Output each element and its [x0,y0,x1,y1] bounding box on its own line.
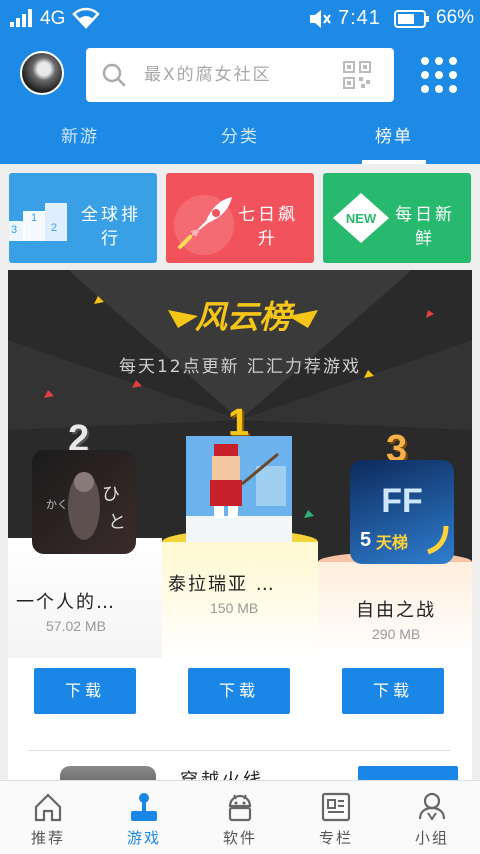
rocket-icon [174,195,234,255]
bottom-navigation: 推荐 游戏 软件 专栏 小组 [0,780,480,854]
wifi-icon [72,7,100,29]
tab-label: 榜单 [375,127,413,147]
nav-software[interactable]: 软件 [192,781,288,854]
column-icon [321,792,351,822]
svg-text:5: 5 [360,529,371,551]
tab-rankings[interactable]: 榜单 [362,122,426,164]
network-type: 4G [40,8,66,29]
nav-recommend[interactable]: 推荐 [0,781,96,854]
download-button-rank-2[interactable]: 下载 [34,668,136,714]
nav-label: 专栏 [318,829,353,847]
game-icon: ひ と かく [32,450,136,554]
nav-games[interactable]: 游戏 [96,781,192,854]
svg-text:ひ: ひ [102,484,120,505]
nav-label: 软件 [222,829,257,847]
tab-categories[interactable]: 分类 [202,122,278,164]
global-ranking-card[interactable]: 1 2 3 全球排行 [9,173,157,263]
game-icon [186,436,292,542]
battery-icon [394,10,429,28]
game-size: 150 MB [210,600,259,616]
status-bar: 4G 7:41 66% [0,0,480,38]
clock: 7:41 [338,7,381,29]
game-icon: FF 5 天梯 [350,460,454,564]
card-label: 全球排行 [81,205,141,249]
card-label: 七日飙升 [238,205,298,249]
svg-text:1: 1 [31,212,37,224]
download-button-rank-1[interactable]: 下载 [188,668,290,714]
category-cards: 1 2 3 全球排行 七日飙升 NEW 每日新鲜 [0,164,480,270]
svg-text:NEW: NEW [346,211,377,226]
nav-group[interactable]: 小组 [384,781,480,854]
tab-label: 分类 [221,127,259,147]
svg-text:3: 3 [11,224,17,236]
signal-icon [10,9,32,27]
nav-label: 小组 [414,829,449,847]
new-badge-icon: NEW [333,193,389,243]
nav-column[interactable]: 专栏 [288,781,384,854]
qr-scan-icon[interactable] [342,60,372,90]
game-size: 290 MB [372,626,421,642]
group-icon [418,792,446,821]
avatar[interactable] [20,51,64,95]
svg-text:天梯: 天梯 [376,533,408,552]
top-header: 新游 分类 榜单 [0,38,480,164]
svg-text:2: 2 [51,222,57,234]
download-button[interactable] [358,766,458,780]
tab-new-games[interactable]: 新游 [42,122,118,164]
search-icon [102,63,126,87]
mute-icon [310,10,331,28]
search-input[interactable] [144,60,344,90]
home-icon [34,793,62,822]
joystick-icon [131,793,157,821]
card-label: 每日新鲜 [395,205,455,249]
divider [28,750,450,751]
game-name: 穿越火线 [180,766,264,780]
svg-text:FF: FF [381,482,423,520]
game-icon [60,766,156,780]
svg-text:かく: かく [46,498,68,511]
game-name: 自由之战 [356,600,436,621]
tab-label: 新游 [61,127,99,147]
apps-grid-icon[interactable] [418,54,460,96]
daily-new-card[interactable]: NEW 每日新鲜 [323,173,471,263]
seven-day-rising-card[interactable]: 七日飙升 [166,173,314,263]
search-bar[interactable] [86,48,394,102]
nav-label: 游戏 [126,829,161,847]
game-name: 一个人的… [16,592,116,613]
android-icon [228,794,252,822]
top-tabs: 新游 分类 榜单 [0,118,480,164]
svg-text:と: と [108,512,126,533]
game-size: 57.02 MB [46,618,106,634]
download-button-rank-3[interactable]: 下载 [342,668,444,714]
ranking-panel: 风云榜 每天12点更新 汇汇力荐游戏 2 ひ と かく 一个人的… 57.02 … [8,270,472,780]
podium-icon: 1 2 3 [9,203,67,241]
nav-label: 推荐 [30,829,65,847]
battery-percent: 66% [436,7,475,28]
game-name: 泰拉瑞亚 … [168,574,276,595]
